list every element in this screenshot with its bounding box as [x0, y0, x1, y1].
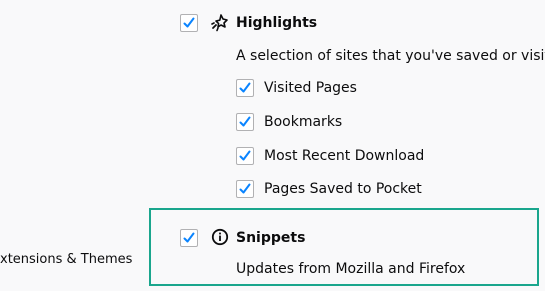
highlights-label: Highlights [236, 15, 318, 31]
highlights-icon [211, 14, 229, 32]
checkmark-icon [239, 183, 251, 194]
highlights-checkbox[interactable] [180, 14, 198, 32]
visited-pages-label: Visited Pages [264, 80, 357, 96]
preferences-page: xtensions & Themes Highlights A selectio… [0, 0, 545, 291]
visited-pages-checkbox[interactable] [236, 79, 254, 97]
most-recent-download-label: Most Recent Download [264, 148, 425, 164]
most-recent-download-checkbox[interactable] [236, 147, 254, 165]
checkmark-icon [239, 82, 251, 93]
checkmark-icon [183, 232, 195, 243]
checkmark-icon [183, 17, 195, 28]
pages-saved-to-pocket-checkbox[interactable] [236, 180, 254, 198]
highlights-description: A selection of sites that you've saved o… [236, 48, 545, 64]
snippets-label: Snippets [236, 230, 306, 246]
bookmarks-checkbox[interactable] [236, 113, 254, 131]
pages-saved-to-pocket-label: Pages Saved to Pocket [264, 181, 422, 197]
snippets-description: Updates from Mozilla and Firefox [236, 261, 466, 277]
checkmark-icon [239, 150, 251, 161]
bookmarks-label: Bookmarks [264, 114, 343, 130]
info-icon [211, 228, 229, 246]
sidebar-item-extensions-themes[interactable]: xtensions & Themes [0, 251, 132, 269]
checkmark-icon [239, 116, 251, 127]
snippets-checkbox[interactable] [180, 229, 198, 247]
